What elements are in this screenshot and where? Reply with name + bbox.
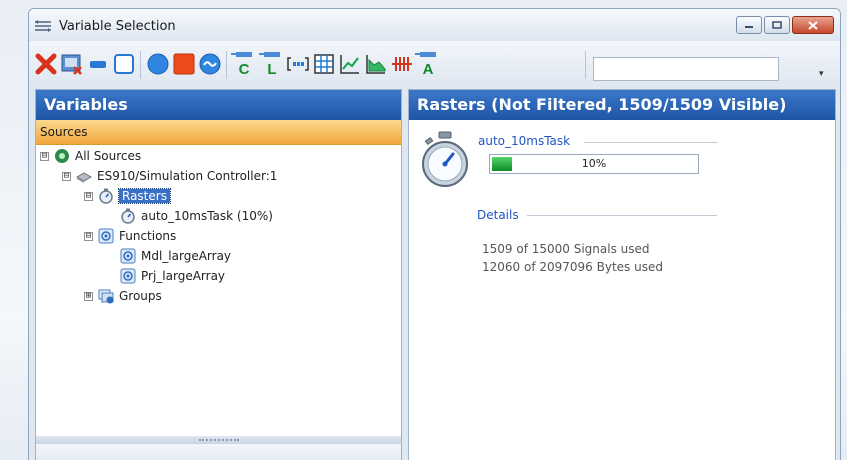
variables-panel: Variables Sources ⊟ All Sources ⊟ ES910/… [35, 89, 402, 460]
collapsed-section [36, 444, 401, 460]
function-icon [98, 228, 114, 244]
tree-node-groups[interactable]: ⊞ Groups [84, 287, 162, 305]
add-c-button[interactable]: C [231, 51, 257, 77]
tree-label: auto_10msTask (10%) [141, 209, 273, 223]
search-input[interactable] [593, 57, 779, 81]
toolbar: C L A ▾ [29, 41, 840, 87]
large-stopwatch-icon [422, 131, 468, 187]
maximize-icon [772, 21, 782, 29]
tree-node-auto-10mstask[interactable]: auto_10msTask (10%) [120, 207, 273, 225]
plug-c-icon: C [231, 52, 252, 77]
add-l-button[interactable]: L [259, 51, 285, 77]
tree-label: Groups [119, 289, 162, 303]
panel-splitter[interactable] [36, 436, 401, 444]
raster-name: auto_10msTask [478, 134, 571, 148]
red-x-icon [35, 53, 57, 75]
bracket-array-icon [287, 57, 309, 71]
signal-button[interactable] [197, 51, 223, 77]
rasters-panel: Rasters (Not Filtered, 1509/1509 Visible… [408, 89, 836, 460]
add-c-letter: C [239, 61, 250, 77]
sources-section-header[interactable]: Sources [36, 120, 401, 145]
matrix-button[interactable] [311, 51, 337, 77]
axis-points-icon [392, 57, 412, 71]
bytes-used-text: 12060 of 2097096 Bytes used [482, 260, 663, 274]
tree-label: Mdl_largeArray [141, 249, 232, 263]
map-button[interactable] [363, 51, 389, 77]
stopwatch-icon [99, 188, 113, 204]
add-a-button[interactable]: A [415, 51, 441, 77]
add-a-letter: A [423, 61, 434, 77]
sources-icon [55, 149, 69, 163]
dashed-frame-icon [114, 54, 134, 74]
tree-expander[interactable]: ⊞ [84, 291, 93, 301]
tree-expander[interactable]: ⊟ [62, 171, 71, 181]
tree-label: Functions [119, 229, 177, 243]
line-chart-icon [340, 55, 359, 74]
toolbar-separator [226, 51, 227, 79]
progress-label: 10% [581, 157, 607, 170]
tree-node-rasters[interactable]: ⊟ Rasters [84, 187, 171, 205]
array-button[interactable] [285, 51, 311, 77]
title-bar[interactable]: Variable Selection [29, 9, 840, 41]
sources-tree: ⊟ All Sources ⊟ ES910/Simulation Control… [36, 145, 401, 435]
tree-label: Prj_largeArray [141, 269, 226, 283]
close-icon [808, 20, 818, 30]
groups-icon [98, 289, 114, 304]
blue-circle-icon [147, 53, 169, 75]
device-icon [76, 172, 92, 183]
toolbar-separator [585, 51, 586, 79]
toolbar-overflow-icon[interactable]: ▾ [819, 69, 824, 79]
tree-label: Rasters [118, 188, 171, 204]
remove-selection-button[interactable] [59, 51, 85, 77]
stopwatch-icon [121, 208, 135, 224]
toolbar-separator [140, 51, 141, 79]
function-icon [120, 248, 136, 264]
tree-node-all-sources[interactable]: ⊟ All Sources [40, 147, 141, 165]
window-remove-icon [61, 54, 82, 75]
minimize-icon [745, 26, 753, 28]
wave-circle-icon [199, 53, 221, 75]
delete-button[interactable] [33, 51, 59, 77]
maximize-button[interactable] [764, 16, 790, 34]
plug-l-icon: L [259, 52, 280, 77]
tree-expander[interactable]: ⊟ [84, 231, 93, 241]
raster-load-progress: 10% [489, 154, 699, 174]
grid-matrix-icon [314, 54, 334, 74]
details-divider [527, 215, 717, 216]
plug-a-icon: A [415, 52, 436, 77]
axis-button[interactable] [389, 51, 415, 77]
tree-node-es910[interactable]: ⊟ ES910/Simulation Controller:1 [62, 167, 277, 185]
variables-header: Variables [36, 90, 401, 120]
collapse-button[interactable] [85, 51, 111, 77]
tree-label: All Sources [75, 149, 142, 163]
blue-minus-icon [90, 61, 106, 68]
function-icon [120, 268, 136, 284]
tree-expander[interactable]: ⊟ [40, 151, 49, 161]
red-square-icon [173, 53, 195, 75]
curve-button[interactable] [337, 51, 363, 77]
tree-node-prj-largearray[interactable]: Prj_largeArray [120, 267, 225, 285]
tree-node-mdl-largearray[interactable]: Mdl_largeArray [120, 247, 231, 265]
variable-selection-window: Variable Selection C L A ▾ Variables Sou… [28, 8, 841, 460]
select-frame-button[interactable] [111, 51, 137, 77]
tree-node-functions[interactable]: ⊟ Functions [84, 227, 176, 245]
area-chart-icon [366, 55, 386, 74]
window-title: Variable Selection [59, 19, 176, 34]
rasters-header: Rasters (Not Filtered, 1509/1509 Visible… [409, 90, 835, 120]
details-label: Details [477, 208, 519, 222]
minimize-button[interactable] [736, 16, 762, 34]
window-controls [736, 16, 834, 34]
raster-divider [584, 142, 718, 143]
add-l-letter: L [267, 61, 276, 77]
red-square-button[interactable] [171, 51, 197, 77]
close-button[interactable] [792, 16, 834, 34]
splitter-grip-icon [198, 439, 239, 441]
tree-expander[interactable]: ⊟ [84, 191, 93, 201]
list-arrows-icon [35, 20, 51, 32]
blue-circle-button[interactable] [145, 51, 171, 77]
tree-label: ES910/Simulation Controller:1 [97, 169, 278, 183]
signals-used-text: 1509 of 15000 Signals used [482, 242, 650, 256]
